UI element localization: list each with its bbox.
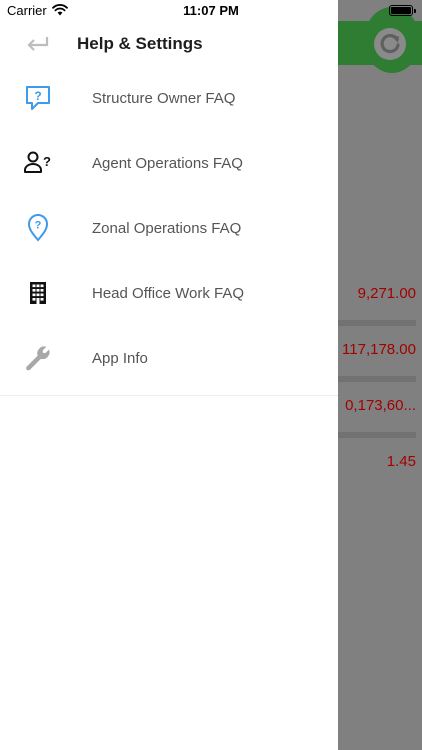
- menu-item-label: Zonal Operations FAQ: [92, 220, 242, 237]
- menu-item-app-info[interactable]: App Info: [0, 326, 338, 391]
- menu-item-label: Agent Operations FAQ: [92, 155, 243, 172]
- location-question-icon: ?: [23, 213, 53, 243]
- building-icon: [23, 278, 53, 308]
- menu-item-agent-operations-faq[interactable]: ? Agent Operations FAQ: [0, 131, 338, 196]
- background-divider: [338, 432, 416, 438]
- background-value: 117,178.00: [342, 341, 416, 358]
- person-question-icon: ?: [23, 148, 53, 178]
- back-button[interactable]: [22, 30, 54, 58]
- battery-icon: [389, 5, 416, 16]
- menu-divider: [0, 395, 338, 396]
- chat-question-icon: ?: [23, 83, 53, 113]
- side-drawer: Help & Settings ? Structure Owner FAQ ? …: [0, 0, 338, 750]
- background-divider: [338, 320, 416, 326]
- background-value: 0,173,60...: [345, 397, 416, 414]
- refresh-icon[interactable]: [372, 26, 408, 62]
- return-arrow-icon: [27, 37, 49, 51]
- svg-text:?: ?: [43, 154, 51, 169]
- status-time: 11:07 PM: [183, 3, 239, 18]
- menu-item-label: Structure Owner FAQ: [92, 90, 236, 107]
- menu-item-structure-owner-faq[interactable]: ? Structure Owner FAQ: [0, 66, 338, 131]
- menu-item-zonal-operations-faq[interactable]: ? Zonal Operations FAQ: [0, 196, 338, 261]
- menu-item-head-office-work-faq[interactable]: Head Office Work FAQ: [0, 261, 338, 326]
- background-value: 1.45: [386, 453, 416, 470]
- background-value: 9,271.00: [357, 285, 416, 302]
- svg-text:?: ?: [34, 89, 41, 103]
- background-divider: [338, 376, 416, 382]
- status-bar: Carrier 11:07 PM: [0, 0, 422, 22]
- background-overlay[interactable]: 9,271.00 117,178.00 0,173,60... 1.45: [338, 0, 422, 750]
- menu-list: ? Structure Owner FAQ ? Agent Operations…: [0, 66, 338, 391]
- drawer-title: Help & Settings: [77, 34, 203, 53]
- menu-item-label: App Info: [92, 350, 148, 367]
- drawer-header: Help & Settings: [0, 22, 338, 66]
- svg-text:?: ?: [35, 220, 42, 232]
- wrench-icon: [23, 343, 53, 373]
- menu-item-label: Head Office Work FAQ: [92, 285, 244, 302]
- screen: Carrier 11:07 PM 9,271.00 117,178.00 0,1…: [0, 0, 422, 750]
